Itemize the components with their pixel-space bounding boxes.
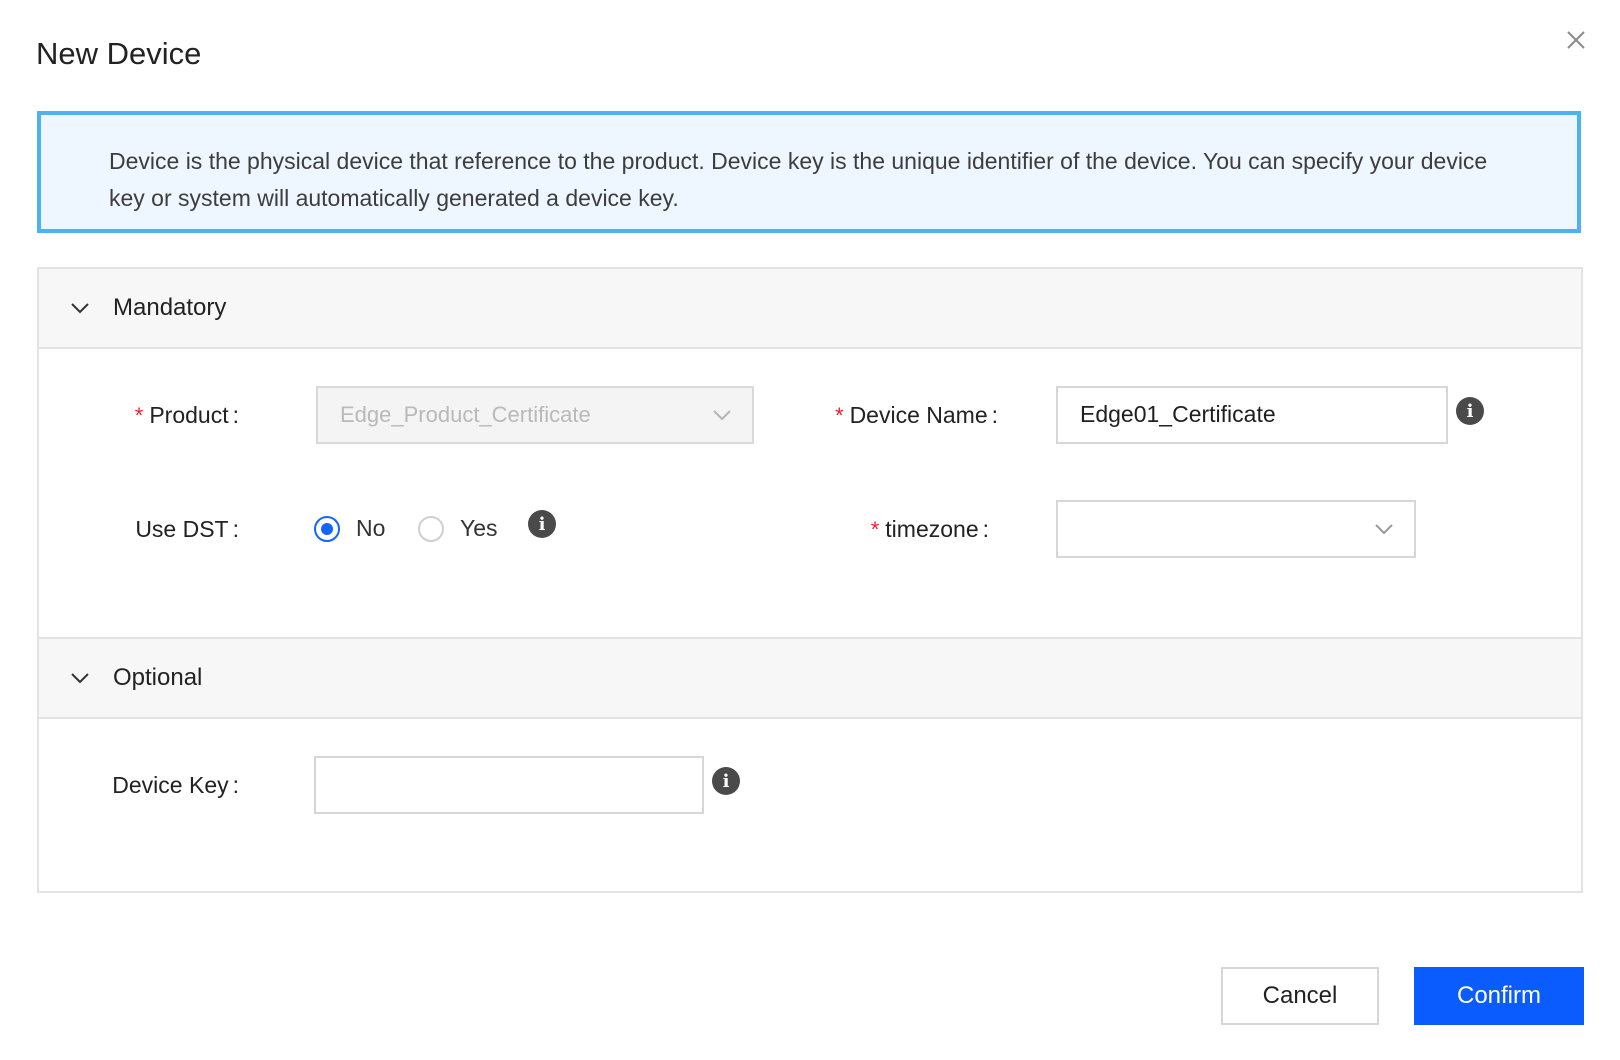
product-label: * Product: (114, 402, 239, 429)
chevron-down-icon (67, 295, 93, 321)
colon: : (232, 772, 239, 798)
chevron-down-icon (67, 665, 93, 691)
info-icon[interactable]: i (528, 510, 556, 538)
device-key-input[interactable] (314, 756, 704, 814)
info-icon[interactable]: i (712, 767, 740, 795)
product-label-text: Product (149, 402, 229, 428)
device-key-label-text: Device Key (112, 772, 229, 798)
colon: : (232, 516, 239, 542)
mandatory-section-label: Mandatory (113, 294, 227, 321)
timezone-label: * timezone: (840, 516, 989, 543)
close-button[interactable] (1560, 24, 1592, 56)
timezone-select[interactable] (1056, 500, 1416, 558)
use-dst-radio-no[interactable]: No (314, 515, 385, 542)
device-name-input[interactable]: Edge01_Certificate (1056, 386, 1448, 444)
radio-unchecked-icon (418, 515, 444, 542)
colon: : (991, 402, 998, 428)
required-marker: * (835, 403, 844, 428)
colon: : (982, 516, 989, 542)
mandatory-section (37, 267, 1583, 893)
cancel-button[interactable]: Cancel (1221, 967, 1379, 1025)
product-select[interactable]: Edge_Product_Certificate (316, 386, 754, 444)
close-icon (1567, 31, 1585, 49)
colon: : (232, 402, 239, 428)
confirm-button[interactable]: Confirm (1414, 967, 1584, 1025)
chevron-down-icon (1372, 517, 1396, 541)
info-icon[interactable]: i (1456, 397, 1484, 425)
required-marker: * (134, 403, 144, 428)
device-name-label: * Device Name: (808, 402, 998, 429)
use-dst-label-text: Use DST (135, 516, 229, 542)
device-name-value: Edge01_Certificate (1080, 401, 1276, 427)
radio-yes-label: Yes (460, 515, 498, 541)
device-key-label: Device Key: (100, 772, 239, 799)
chevron-down-icon (710, 403, 734, 427)
use-dst-label: Use DST: (128, 516, 239, 543)
mandatory-section-header[interactable]: Mandatory (37, 267, 1583, 349)
use-dst-radio-yes[interactable]: Yes (418, 515, 498, 542)
required-marker: * (870, 517, 880, 542)
new-device-dialog: New Device Device is the physical device… (0, 0, 1620, 1060)
device-name-label-text: Device Name (849, 402, 988, 428)
alert-text: Device is the physical device that refer… (109, 148, 1488, 211)
radio-no-label: No (356, 515, 386, 541)
info-alert: Device is the physical device that refer… (37, 111, 1581, 233)
timezone-label-text: timezone (885, 516, 979, 542)
product-select-value: Edge_Product_Certificate (340, 402, 591, 427)
radio-checked-icon (314, 515, 340, 542)
optional-section-label: Optional (113, 664, 203, 691)
optional-section-header[interactable]: Optional (37, 637, 1583, 719)
dialog-title: New Device (36, 36, 202, 71)
